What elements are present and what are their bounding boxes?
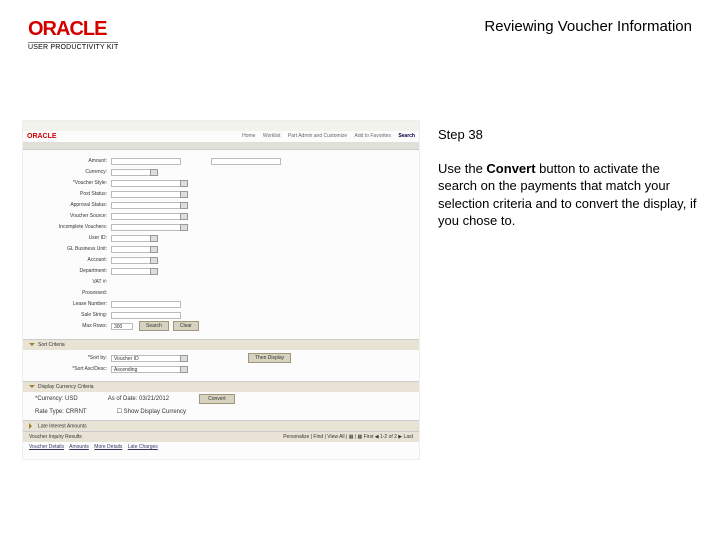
tab-late-charges[interactable]: Late Charges [128, 444, 158, 450]
content-area: ORACLE Home Worklist Part Admin and Cust… [22, 120, 698, 460]
ss-oracle-logo: ORACLE [23, 131, 61, 142]
step-label: Step 38 [438, 126, 698, 144]
lbl-amount: Amount: [35, 158, 111, 164]
btn-convert[interactable]: Convert [199, 394, 235, 404]
lbl-ratetype: Rate Type: [35, 409, 64, 415]
inp-glbu[interactable] [111, 246, 151, 253]
lbl-sortby: *Sort by: [35, 355, 111, 361]
lbl-sortasc: *Sort Asc/Desc: [35, 366, 111, 372]
dd-post-icon[interactable] [180, 191, 188, 198]
ss-top-links: Home Worklist Part Admin and Customize A… [232, 131, 419, 141]
app-screenshot: ORACLE Home Worklist Part Admin and Cust… [22, 120, 420, 460]
step-text-before: Use the [438, 161, 486, 176]
val-ratetype: CRRNT [66, 409, 87, 415]
lbl-processed: Processed: [35, 290, 111, 296]
collapse-icon [29, 343, 35, 346]
lbl-approval: Approval Status: [35, 202, 111, 208]
lbl-userid: User ID: [35, 235, 111, 241]
collapse-icon [29, 385, 35, 388]
dd-currency-icon[interactable] [150, 169, 158, 176]
inp-amount[interactable] [111, 158, 181, 165]
inp-userid[interactable] [111, 235, 151, 242]
ss-link-fav[interactable]: Add to Favorites [355, 133, 391, 139]
lbl-disp-currency: *Currency: [35, 396, 63, 402]
sort-body: *Sort by:Voucher ID Then Display *Sort A… [23, 350, 419, 378]
sect-sort[interactable]: Sort Criteria [23, 339, 419, 350]
lbl-post: Post Status: [35, 191, 111, 197]
lbl-vsource: Voucher Source: [35, 213, 111, 219]
dd-incomplete-icon[interactable] [180, 224, 188, 231]
sel-sortasc[interactable]: Ascending [111, 366, 181, 373]
dd-glbu-icon[interactable] [150, 246, 158, 253]
inp-lease[interactable] [111, 301, 181, 308]
val-asof: 03/21/2012 [139, 396, 169, 402]
results-tabs: Voucher Details Amounts More Details Lat… [23, 442, 419, 452]
sel-approval[interactable] [111, 202, 181, 209]
sel-sortby[interactable]: Voucher ID [111, 355, 181, 362]
sel-post[interactable] [111, 191, 181, 198]
oracle-logo: ORACLE [28, 18, 118, 41]
ss-brand-row: ORACLE Home Worklist Part Admin and Cust… [23, 131, 419, 142]
header-bar: ORACLE USER PRODUCTIVITY KIT Reviewing V… [28, 18, 692, 51]
inp-dept[interactable] [111, 268, 151, 275]
ss-breadcrumb-bar [23, 121, 419, 131]
display-body: *Currency: USD As of Date: 03/21/2012 Co… [23, 392, 419, 406]
instruction-panel: Step 38 Use the Convert button to activa… [438, 120, 698, 460]
ss-subheader [23, 142, 419, 150]
sel-vstyle[interactable] [111, 180, 181, 187]
step-text-bold: Convert [486, 161, 535, 176]
lbl-account: Account: [35, 257, 111, 263]
lbl-asof: As of Date: [108, 396, 138, 402]
logo-block: ORACLE USER PRODUCTIVITY KIT [28, 18, 118, 51]
lbl-glbu: GL Business Unit: [35, 246, 111, 252]
ss-link-worklist[interactable]: Worklist [263, 133, 281, 139]
results-nav[interactable]: Personalize | Find | View All | ▦ | ▦ Fi… [283, 434, 413, 440]
lbl-lease: Lease Number: [35, 301, 111, 307]
step-text: Use the Convert button to activate the s… [438, 160, 698, 230]
sect-late[interactable]: Late Interest Amounts [23, 420, 419, 431]
display-body-2: Rate Type: CRRNT ☐ Show Display Currency [23, 406, 419, 417]
tab-amounts[interactable]: Amounts [69, 444, 89, 450]
btn-clear[interactable]: Clear [173, 321, 199, 331]
lbl-vat: VAT #: [35, 279, 111, 285]
dd-sortasc-icon[interactable] [180, 366, 188, 373]
ss-link-admin[interactable]: Part Admin and Customize [288, 133, 347, 139]
page-title: Reviewing Voucher Information [484, 18, 692, 35]
val-disp-currency: USD [65, 396, 78, 402]
lbl-sale: Sale String: [35, 312, 111, 318]
inp-account[interactable] [111, 257, 151, 264]
dd-dept-icon[interactable] [150, 268, 158, 275]
tab-more-details[interactable]: More Details [94, 444, 122, 450]
dd-userid-icon[interactable] [150, 235, 158, 242]
sect-display[interactable]: Display Currency Criteria [23, 381, 419, 392]
results-title: Voucher Inquiry Results [29, 434, 82, 440]
sel-vsource[interactable] [111, 213, 181, 220]
ss-search-form: Amount: Currency: *Voucher Style: Post S… [23, 150, 419, 336]
expand-icon [29, 423, 35, 429]
ss-link-search[interactable]: Search [398, 133, 415, 139]
dd-vstyle-icon[interactable] [180, 180, 188, 187]
btn-search[interactable]: Search [139, 321, 169, 331]
inp-currency[interactable] [111, 169, 151, 176]
lbl-showdisp[interactable]: Show Display Currency [124, 409, 186, 415]
lbl-vstyle: *Voucher Style: [35, 180, 111, 186]
tab-voucher-details[interactable]: Voucher Details [29, 444, 64, 450]
sel-incomplete[interactable] [111, 224, 181, 231]
upk-subbrand: USER PRODUCTIVITY KIT [28, 42, 118, 51]
dd-sortby-icon[interactable] [180, 355, 188, 362]
lbl-currency: Currency: [35, 169, 111, 175]
dd-vsource-icon[interactable] [180, 213, 188, 220]
inp-maxrows[interactable]: 300 [111, 323, 133, 330]
inp-amount-to[interactable] [211, 158, 281, 165]
lbl-dept: Department: [35, 268, 111, 274]
btn-then-display[interactable]: Then Display [248, 353, 291, 363]
dd-approval-icon[interactable] [180, 202, 188, 209]
inp-sale[interactable] [111, 312, 181, 319]
lbl-maxrows: Max Rows: [35, 323, 111, 329]
sect-results: Voucher Inquiry Results Personalize | Fi… [23, 431, 419, 442]
dd-account-icon[interactable] [150, 257, 158, 264]
ss-link-home[interactable]: Home [242, 133, 255, 139]
lbl-incomplete: Incomplete Vouchers: [35, 224, 111, 230]
